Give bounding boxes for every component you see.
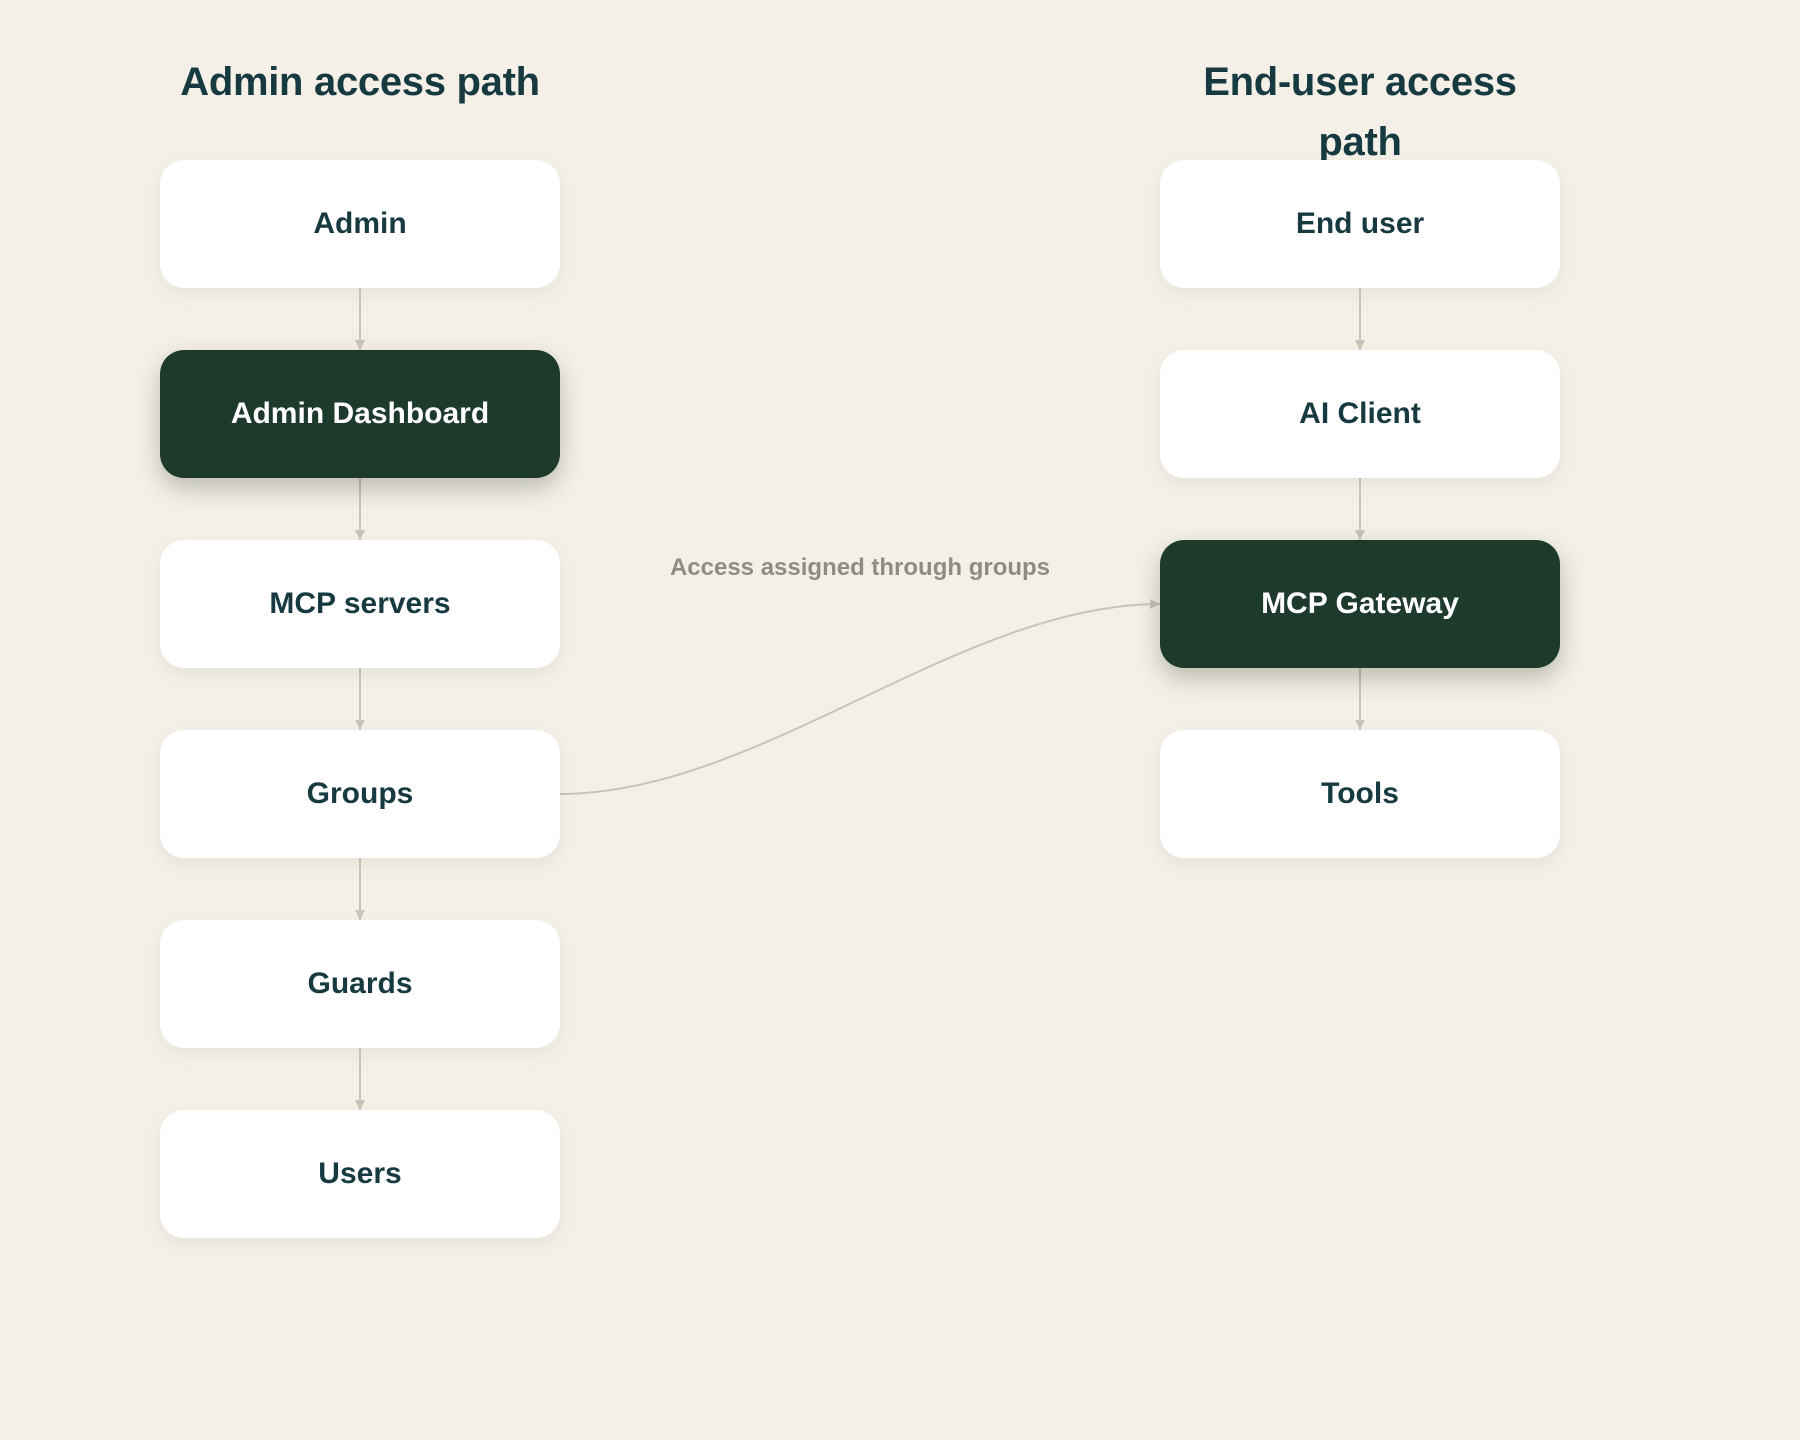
admin-path-title: Admin access path: [180, 60, 540, 104]
node-groups[interactable]: Groups: [160, 730, 560, 858]
node-admin-dashboard[interactable]: Admin Dashboard: [160, 350, 560, 478]
node-ai-client[interactable]: AI Client: [1160, 350, 1560, 478]
node-tools[interactable]: Tools: [1160, 730, 1560, 858]
node-mcp-servers[interactable]: MCP servers: [160, 540, 560, 668]
node-admin[interactable]: Admin: [160, 160, 560, 288]
end-user-path-title: End-user access path: [1203, 60, 1517, 164]
arrow-groups-to-gateway: [559, 599, 1161, 795]
edge-label-access-through-groups: Access assigned through groups: [669, 554, 1051, 581]
node-mcp-gateway[interactable]: MCP Gateway: [1160, 540, 1560, 668]
node-users[interactable]: Users: [160, 1110, 560, 1238]
node-guards[interactable]: Guards: [160, 920, 560, 1048]
node-end-user[interactable]: End user: [1160, 160, 1560, 288]
